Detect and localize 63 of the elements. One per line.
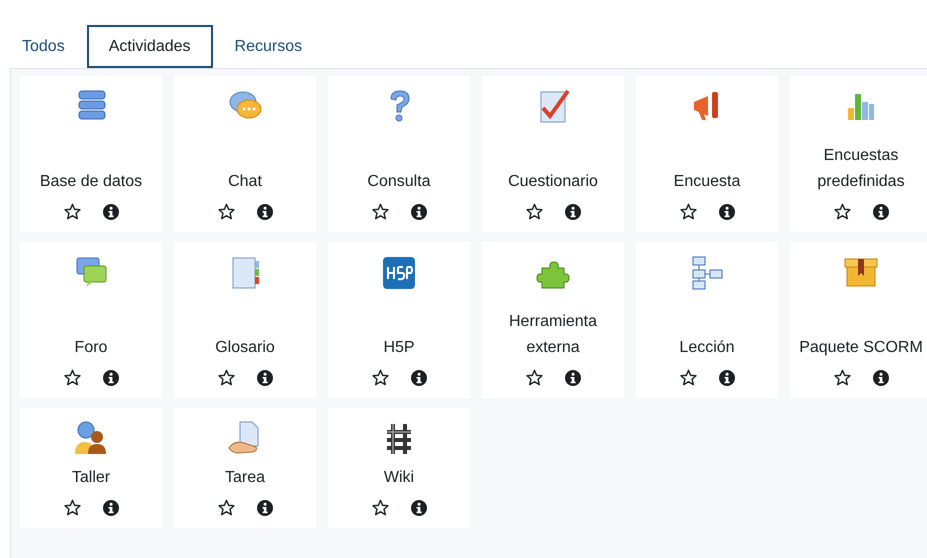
activity-label: Glosario	[215, 338, 275, 358]
star-icon[interactable]	[218, 499, 234, 516]
tab[interactable]: Todos	[20, 25, 87, 68]
activity-card[interactable]: Taller	[20, 408, 162, 528]
activity-label: Wiki	[384, 468, 414, 488]
star-icon[interactable]	[372, 203, 388, 220]
info-icon[interactable]	[872, 204, 888, 220]
activity-card[interactable]: Wiki	[328, 408, 470, 528]
activity-label: Chat	[228, 172, 262, 192]
activity-label: Lección	[679, 338, 735, 358]
info-icon[interactable]	[102, 204, 118, 220]
activity-card[interactable]: Base de datos	[20, 76, 162, 232]
info-icon[interactable]	[564, 370, 580, 386]
activity-label: Encuesta	[674, 172, 740, 192]
info-icon[interactable]	[718, 370, 734, 386]
star-icon[interactable]	[372, 499, 388, 516]
activity-card[interactable]: Cuestionario	[482, 76, 624, 232]
info-icon[interactable]	[718, 204, 734, 220]
activity-label: Consulta	[367, 172, 431, 192]
info-icon[interactable]	[256, 500, 272, 516]
activity-label: Cuestionario	[508, 172, 598, 192]
info-icon[interactable]	[102, 500, 118, 516]
activity-label: H5P	[383, 338, 415, 358]
activity-card[interactable]: Encuesta	[636, 76, 778, 232]
tab[interactable]: Actividades	[86, 25, 213, 68]
star-icon[interactable]	[526, 369, 542, 386]
info-icon[interactable]	[410, 204, 426, 220]
info-icon[interactable]	[256, 204, 272, 220]
star-icon[interactable]	[64, 499, 80, 516]
info-icon[interactable]	[410, 500, 426, 516]
activity-label: Base de datos	[40, 172, 142, 192]
activity-card[interactable]: H5P	[328, 242, 470, 398]
activity-card[interactable]: Foro	[20, 242, 162, 398]
info-icon[interactable]	[872, 370, 888, 386]
activity-label: Foro	[74, 338, 108, 358]
info-icon[interactable]	[410, 370, 426, 386]
activity-card[interactable]: Herramienta externa	[482, 242, 624, 398]
activity-card[interactable]: Consulta	[328, 76, 470, 232]
activity-card[interactable]: Chat	[174, 76, 316, 232]
star-icon[interactable]	[680, 203, 696, 220]
star-icon[interactable]	[218, 203, 234, 220]
activity-card[interactable]: Lección	[636, 242, 778, 398]
star-icon[interactable]	[64, 369, 80, 386]
activity-card[interactable]: Tarea	[174, 408, 316, 528]
star-icon[interactable]	[834, 203, 850, 220]
activity-label: Taller	[72, 468, 110, 488]
activity-label: Paquete SCORM	[799, 338, 923, 358]
info-icon[interactable]	[256, 370, 272, 386]
activity-label: Encuestas predefinidas	[817, 146, 905, 192]
tab[interactable]: Recursos	[212, 25, 324, 68]
activity-label: Tarea	[224, 468, 266, 488]
activity-card[interactable]: Encuestas predefinidas	[790, 76, 927, 232]
info-icon[interactable]	[102, 370, 118, 386]
star-icon[interactable]	[526, 203, 542, 220]
star-icon[interactable]	[680, 369, 696, 386]
star-icon[interactable]	[64, 203, 80, 220]
star-icon[interactable]	[834, 369, 850, 386]
star-icon[interactable]	[372, 369, 388, 386]
activity-label: Herramienta externa	[508, 312, 598, 358]
info-icon[interactable]	[564, 204, 580, 220]
activity-card[interactable]: Glosario	[174, 242, 316, 398]
star-icon[interactable]	[218, 369, 234, 386]
activity-card[interactable]: Paquete SCORM	[790, 242, 927, 398]
